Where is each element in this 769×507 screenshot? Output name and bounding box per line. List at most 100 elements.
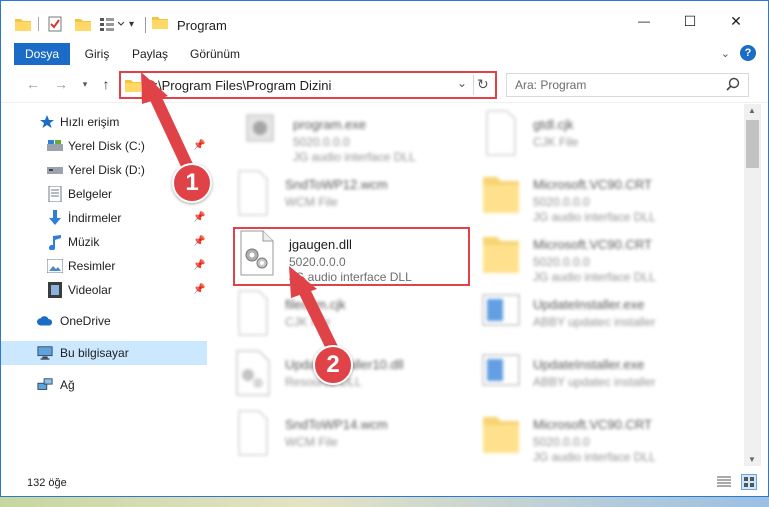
pin-icon[interactable]: 📌 xyxy=(193,260,205,271)
chevron-down-icon[interactable]: ⌄ xyxy=(721,47,730,60)
help-icon[interactable]: ? xyxy=(740,45,756,61)
file-item[interactable]: Microsoft.VC90.CRT 5020.0.0.0 JG audio i… xyxy=(481,409,721,466)
properties-icon[interactable] xyxy=(47,14,63,34)
scrollbar-thumb[interactable] xyxy=(746,120,759,168)
close-button[interactable]: ✕ xyxy=(713,1,759,41)
tab-home[interactable]: Giriş xyxy=(77,43,117,65)
quick-access-separator xyxy=(38,17,39,31)
file-item[interactable]: UpdateInstaller.exe ABBY updatec install… xyxy=(481,289,721,347)
scroll-up-icon[interactable]: ▲ xyxy=(748,106,756,115)
sidebar-item-network[interactable]: Ağ xyxy=(1,373,207,397)
sidebar-item-videos[interactable]: Videolar 📌 xyxy=(1,278,207,302)
document-icon xyxy=(233,169,273,217)
dll-gear-icon xyxy=(233,349,273,397)
sidebar-item-label: Videolar xyxy=(68,283,112,297)
pin-icon[interactable]: 📌 xyxy=(193,236,205,247)
maximize-button[interactable]: ☐ xyxy=(667,1,713,41)
pin-icon[interactable]: 📌 xyxy=(193,212,205,223)
file-description: JG audio interface DLL xyxy=(293,150,416,164)
file-item[interactable]: UpdateInstaller.exe ABBY updatec install… xyxy=(481,349,721,407)
file-type: WCM File xyxy=(285,435,338,449)
file-name: gtdl.cjk xyxy=(533,117,574,132)
file-name: program.exe xyxy=(293,117,366,132)
view-options-icon[interactable] xyxy=(99,14,125,34)
address-separator xyxy=(473,75,474,95)
file-name: SndToWP14.wcm xyxy=(285,417,388,432)
sidebar-item-quick-access[interactable]: Hızlı erişim xyxy=(1,110,207,134)
forward-button[interactable]: → xyxy=(51,74,71,94)
sidebar-item-label: Yerel Disk (C:) xyxy=(68,139,145,153)
file-type: CJK File xyxy=(285,315,331,329)
document-icon xyxy=(233,409,273,457)
file-description: JG audio interface DLL xyxy=(533,270,656,284)
file-name: UpdateInstaller.exe xyxy=(533,357,645,372)
back-button[interactable]: ← xyxy=(23,74,43,94)
file-item[interactable]: Microsoft.VC90.CRT 5020.0.0.0 JG audio i… xyxy=(481,169,721,227)
file-item[interactable]: SndToWP14.wcm WCM File xyxy=(233,409,473,466)
computer-icon xyxy=(37,345,53,361)
minimize-button[interactable]: — xyxy=(621,1,667,41)
item-count: 132 öğe xyxy=(27,477,67,489)
arrow-right-icon: → xyxy=(54,76,68,92)
folder-icon[interactable] xyxy=(15,14,31,34)
pin-icon[interactable]: 📌 xyxy=(193,284,205,295)
navigation-pane: Hızlı erişim Yerel Disk (C:) 📌 Yerel Dis… xyxy=(1,104,209,466)
documents-icon xyxy=(47,186,63,202)
sidebar-item-this-pc[interactable]: Bu bilgisayar xyxy=(1,341,207,365)
customize-toolbar-icon[interactable]: ▾ xyxy=(129,14,134,34)
search-icon[interactable] xyxy=(726,77,740,94)
sidebar-item-label: Bu bilgisayar xyxy=(60,346,129,360)
document-icon xyxy=(481,109,521,157)
up-button[interactable]: ↑ xyxy=(96,74,116,94)
file-item[interactable]: program.exe 5020.0.0.0 JG audio interfac… xyxy=(241,109,481,167)
new-folder-icon[interactable] xyxy=(75,14,91,34)
refresh-icon[interactable]: ↻ xyxy=(477,76,489,93)
sidebar-item-label: Resimler xyxy=(68,259,116,273)
sidebar-item-onedrive[interactable]: OneDrive xyxy=(1,309,207,333)
tab-share[interactable]: Paylaş xyxy=(126,43,174,65)
window-title: Program xyxy=(177,18,227,33)
file-description: JG audio interface DLL xyxy=(533,210,656,224)
sidebar-item-label: OneDrive xyxy=(60,314,111,328)
vertical-scrollbar[interactable]: ▲ ▼ xyxy=(744,104,761,466)
file-version: 5020.0.0.0 xyxy=(533,255,590,269)
sidebar-item-label: Belgeler xyxy=(68,187,113,201)
callout-badge-1: 1 xyxy=(172,163,212,203)
star-icon xyxy=(39,114,55,130)
pin-icon[interactable]: 📌 xyxy=(193,140,205,151)
address-path[interactable]: C:\Program Files\Program Dizini xyxy=(145,78,331,93)
search-input[interactable] xyxy=(507,74,717,96)
window-folder-icon xyxy=(152,15,168,32)
exe-icon xyxy=(241,109,281,157)
chevron-down-icon[interactable]: ⌄ xyxy=(457,76,467,90)
file-version: 5020.0.0.0 xyxy=(293,135,350,149)
details-view-icon[interactable] xyxy=(717,476,731,491)
sidebar-item-downloads[interactable]: İndirmeler 📌 xyxy=(1,206,207,230)
large-icons-view-icon[interactable] xyxy=(741,474,757,490)
file-item[interactable]: filecam.cjk CJK File xyxy=(233,289,473,347)
recent-locations-button[interactable]: ▾ xyxy=(75,74,95,94)
file-item[interactable]: gtdl.cjk CJK File xyxy=(481,109,721,167)
explorer-window: ▾ Program — ☐ ✕ Dosya Giriş Paylaş Görün… xyxy=(0,0,769,497)
address-bar[interactable]: C:\Program Files\Program Dizini ⌄ ↻ xyxy=(119,71,497,99)
network-icon xyxy=(37,377,53,393)
search-box[interactable] xyxy=(506,73,749,97)
file-item[interactable]: UpdateInstaller10.dll Resource DLL xyxy=(233,349,473,407)
file-type: CJK File xyxy=(533,135,579,149)
download-icon xyxy=(47,210,63,226)
sidebar-item-music[interactable]: Müzik 📌 xyxy=(1,230,207,254)
highlight-box xyxy=(233,227,470,286)
tab-view[interactable]: Görünüm xyxy=(184,43,246,65)
file-item[interactable]: Microsoft.VC90.CRT 5020.0.0.0 JG audio i… xyxy=(481,229,721,287)
scroll-down-icon[interactable]: ▼ xyxy=(748,455,756,464)
folder-icon xyxy=(481,229,521,277)
sidebar-item-pictures[interactable]: Resimler 📌 xyxy=(1,254,207,278)
sidebar-item-label: Hızlı erişim xyxy=(60,115,120,129)
video-icon xyxy=(47,282,63,298)
file-item[interactable]: SndToWP12.wcm WCM File xyxy=(233,169,473,227)
file-description: ABBY updatec installer xyxy=(533,375,656,389)
sidebar-item-local-disk-c[interactable]: Yerel Disk (C:) 📌 xyxy=(1,134,207,158)
ribbon-tabs: Dosya Giriş Paylaş Görünüm ⌄ ? xyxy=(1,41,768,101)
drive-icon xyxy=(47,138,63,154)
maximize-icon: ☐ xyxy=(683,12,697,29)
